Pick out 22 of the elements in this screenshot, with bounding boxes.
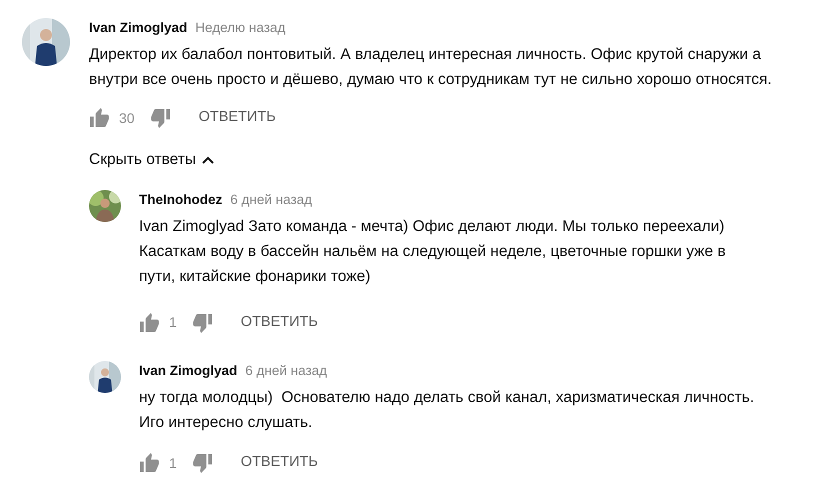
thumbs-down-icon[interactable]: [150, 108, 171, 128]
comment-time[interactable]: 6 дней назад: [245, 360, 328, 381]
comment-time[interactable]: 6 дней назад: [230, 190, 312, 210]
thumbs-down-icon[interactable]: [192, 453, 213, 473]
like-count: 1: [169, 454, 177, 472]
comment-text: Ivan Zimoglyad Зато команда - мечта) Офис делают люди. Мы только переехали) Касаткам воду в бассейн нальём на следующей неделе, цветочные горшки уже в пути, китайские фонарики тоже): [139, 216, 727, 287]
thumbs-up-icon[interactable]: [89, 108, 109, 128]
reply-button[interactable]: ОТВЕТИТЬ: [192, 107, 282, 130]
comment-text: Директор их балабол понтовитый. А владелец интересная личность. Офис крутой снаружи а внутри все очень просто и дёшево, думаю что к сотрудникам тут не сильно хорошо относятся.: [89, 45, 773, 90]
author-name[interactable]: TheInohodez: [139, 190, 222, 210]
hide-replies-button[interactable]: Скрыть ответы: [89, 148, 214, 172]
author-name[interactable]: Ivan Zimoglyad: [139, 360, 238, 381]
thumbs-up-icon[interactable]: [139, 453, 159, 473]
comment-time[interactable]: Неделю назад: [195, 18, 286, 38]
comment-text: ну тогда молодцы) Основателю надо делать свой канал, харизматическая личность. Иго интересно слушать.: [139, 388, 756, 433]
reply-button[interactable]: ОТВЕТИТЬ: [234, 312, 324, 334]
author-name[interactable]: Ivan Zimoglyad: [89, 18, 188, 38]
thumbs-up-icon[interactable]: [139, 312, 159, 333]
reply-button[interactable]: ОТВЕТИТЬ: [234, 452, 324, 474]
thumbs-down-icon[interactable]: [192, 312, 213, 333]
like-count: 1: [169, 313, 177, 332]
like-count: 30: [119, 108, 135, 128]
